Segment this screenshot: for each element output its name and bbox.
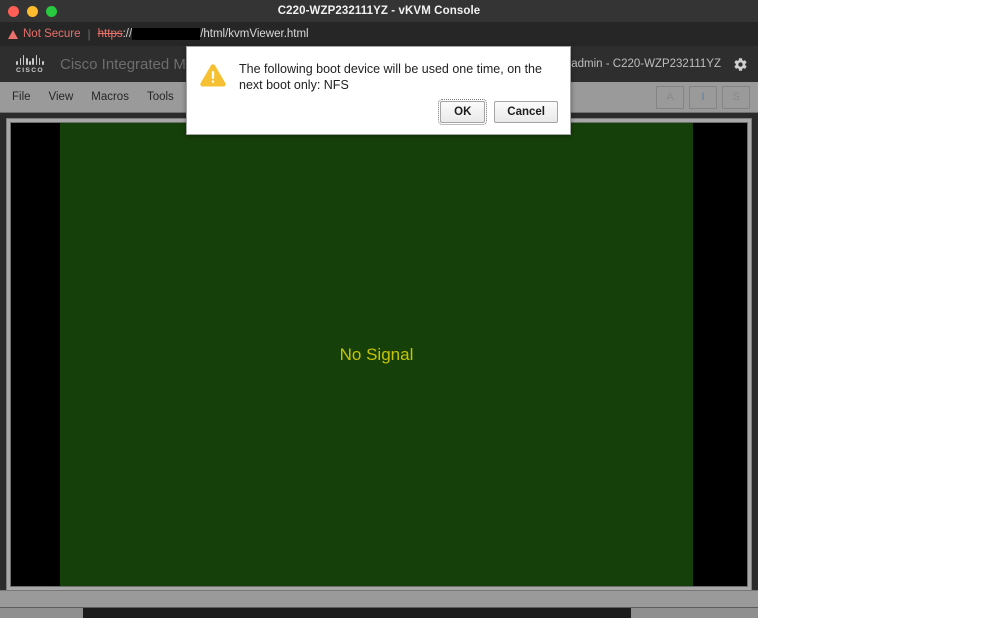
screenshot-root: C220-WZP232111YZ - vKVM Console Not Secu… xyxy=(0,0,999,618)
window-bottom-strip xyxy=(0,608,758,618)
bottom-strip-segment-right xyxy=(631,608,758,618)
address-bar-divider: | xyxy=(87,27,91,41)
no-signal-text: No Signal xyxy=(339,344,414,364)
console-screen-surface: No Signal xyxy=(60,123,693,586)
console-status-bar xyxy=(0,590,758,608)
url-scheme: https xyxy=(97,28,123,40)
traffic-lights xyxy=(8,0,57,22)
cisco-logo: CISCO xyxy=(8,55,52,74)
console-viewport-frame: No Signal xyxy=(6,118,752,591)
url-path: /html/kvmViewer.html xyxy=(200,28,309,40)
indicator-button-a[interactable]: A xyxy=(656,85,684,109)
browser-window: C220-WZP232111YZ - vKVM Console Not Secu… xyxy=(0,0,758,618)
window-title: C220-WZP232111YZ - vKVM Console xyxy=(277,5,481,17)
not-secure-label: Not Secure xyxy=(23,28,81,40)
bottom-strip-segment-left xyxy=(0,608,83,618)
menu-item-tools[interactable]: Tools xyxy=(147,91,174,103)
boot-device-confirmation-dialog: The following boot device will be used o… xyxy=(186,46,571,135)
address-bar[interactable]: Not Secure | https :// /html/kvmViewer.h… xyxy=(0,22,758,46)
toolbar-indicator-group: A I S xyxy=(656,85,750,109)
window-titlebar: C220-WZP232111YZ - vKVM Console xyxy=(0,0,758,22)
kvm-app-title: Cisco Integrated M xyxy=(60,55,186,73)
menu-item-view[interactable]: View xyxy=(49,91,74,103)
url-host-redacted xyxy=(132,28,201,40)
current-user-label: admin - C220-WZP232111YZ xyxy=(571,58,721,70)
kvm-header-right: admin - C220-WZP232111YZ xyxy=(571,57,748,72)
maximize-window-button[interactable] xyxy=(46,5,57,17)
minimize-window-button[interactable] xyxy=(27,5,38,17)
ok-button[interactable]: OK xyxy=(438,99,488,125)
not-secure-warning-icon xyxy=(8,29,18,39)
gear-icon[interactable] xyxy=(733,57,748,72)
dialog-message: The following boot device will be used o… xyxy=(239,62,542,92)
cancel-button[interactable]: Cancel xyxy=(494,101,558,123)
dialog-body: The following boot device will be used o… xyxy=(187,47,570,93)
close-window-button[interactable] xyxy=(8,5,19,17)
menu-item-macros[interactable]: Macros xyxy=(91,91,129,103)
url-scheme-separator: :// xyxy=(122,28,133,40)
warning-triangle-icon xyxy=(199,62,227,93)
cisco-wordmark: CISCO xyxy=(15,66,45,74)
cisco-logo-bars-icon xyxy=(16,55,44,65)
dialog-button-row: OK Cancel xyxy=(438,99,558,125)
indicator-button-i[interactable]: I xyxy=(689,85,717,109)
console-screen[interactable]: No Signal xyxy=(10,122,748,587)
indicator-button-s[interactable]: S xyxy=(722,85,750,109)
menu-item-file[interactable]: File xyxy=(12,91,31,103)
